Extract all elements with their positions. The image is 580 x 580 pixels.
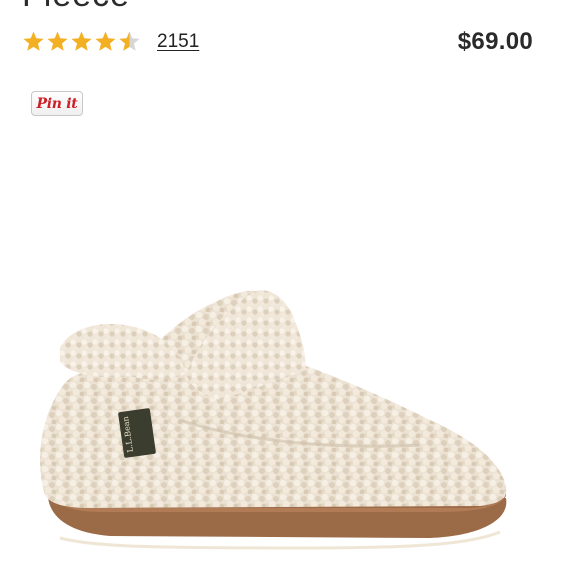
pinterest-button[interactable]: Pin it xyxy=(31,91,83,116)
product-image: L.L.Bean xyxy=(40,290,507,550)
rating-row: 2151 xyxy=(22,30,199,53)
product-price: $69.00 xyxy=(457,28,533,55)
half-star-icon xyxy=(119,31,140,51)
brand-tag: L.L.Bean xyxy=(118,408,156,458)
star-icon xyxy=(23,31,44,51)
star-icon xyxy=(47,31,68,51)
star-rating xyxy=(22,30,142,53)
review-count-link[interactable]: 2151 xyxy=(157,31,199,53)
product-title: Fleece xyxy=(22,0,130,15)
star-icon xyxy=(95,31,116,51)
pinterest-label: Pin it xyxy=(36,95,78,112)
star-icon xyxy=(71,31,92,51)
slipper-upper xyxy=(40,290,507,508)
